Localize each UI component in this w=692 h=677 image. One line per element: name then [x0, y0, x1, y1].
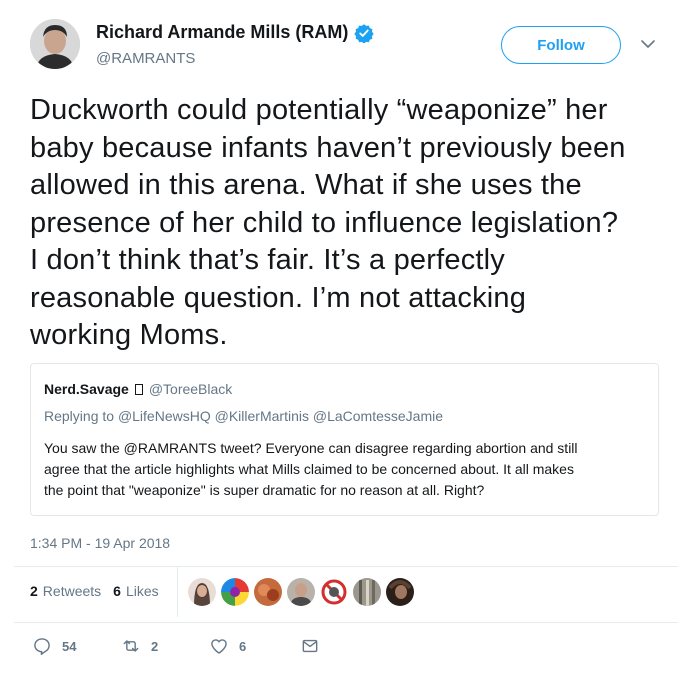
quoted-text-line: You saw the @RAMRANTS tweet? Everyone ca…	[44, 440, 578, 456]
retweet-button[interactable]: 2	[121, 636, 209, 656]
liker-avatar[interactable]	[287, 578, 315, 606]
tweet-text-line: presence of her child to influence legis…	[30, 206, 619, 239]
author-handle[interactable]: @RAMRANTS	[96, 50, 195, 67]
liker-avatar[interactable]	[353, 578, 381, 606]
author-avatar[interactable]	[30, 19, 80, 69]
tweet-card: Richard Armande Mills (RAM) @RAMRANTS Fo…	[0, 0, 692, 677]
tweet-text-line: working Moms.	[30, 319, 228, 351]
liker-avatars	[188, 578, 419, 606]
heart-icon	[211, 639, 227, 654]
tweet-text-line: Duckworth could potentially “weaponize” …	[30, 94, 608, 126]
divider	[14, 622, 678, 623]
quoted-text-line: the point that "weaponize" is super dram…	[44, 482, 485, 498]
liker-avatar[interactable]	[254, 578, 282, 606]
tweet-text: Duckworth could potentially “weaponize” …	[30, 92, 670, 355]
liker-avatar[interactable]	[320, 578, 348, 606]
liker-avatar[interactable]	[188, 578, 216, 606]
retweets-stat[interactable]: 2 Retweets	[30, 583, 101, 599]
verified-badge-icon	[354, 23, 375, 43]
reply-count: 54	[62, 638, 77, 654]
likes-label: Likes	[125, 583, 159, 599]
tweet-text-line: I don’t think that’s fair. It’s a perfec…	[30, 244, 505, 276]
stats-separator	[177, 567, 178, 617]
tweet-text-line: allowed in this arena. What if she uses …	[30, 169, 582, 201]
retweet-count: 2	[151, 638, 159, 654]
tweet-timestamp[interactable]: 1:34 PM - 19 Apr 2018	[30, 535, 170, 551]
tweet-stats: 2 Retweets 6 Likes	[30, 583, 171, 599]
chevron-down-icon[interactable]	[638, 34, 658, 54]
reply-icon	[34, 638, 50, 656]
tweet-text-line: reasonable question. I’m not attacking	[30, 281, 527, 314]
author-display-name[interactable]: Richard Armande Mills (RAM)	[96, 22, 348, 43]
quoted-tweet[interactable]: Nerd.Savage @ToreeBlack Replying to @Lif…	[30, 363, 659, 516]
quoted-tweet-text: You saw the @RAMRANTS tweet? Everyone ca…	[44, 438, 649, 501]
direct-message-button[interactable]	[300, 636, 320, 656]
liker-avatar[interactable]	[221, 578, 249, 606]
likes-count: 6	[113, 583, 121, 599]
replying-to-mention[interactable]: @KillerMartinis	[215, 408, 309, 424]
envelope-icon	[302, 639, 318, 653]
quoted-author-handle: @ToreeBlack	[148, 381, 233, 397]
replying-to-label: Replying to	[44, 408, 115, 424]
replying-to-line: Replying to @LifeNewsHQ @KillerMartinis …	[44, 408, 443, 424]
reply-button[interactable]: 54	[32, 636, 121, 656]
replying-to-mention[interactable]: @LaComtesseJamie	[313, 408, 443, 424]
retweet-icon	[123, 640, 139, 652]
follow-button[interactable]: Follow	[501, 26, 621, 64]
liker-avatar[interactable]	[386, 578, 414, 606]
quoted-author-name: Nerd.Savage	[44, 381, 129, 397]
tweet-text-line: baby because infants haven’t previously …	[30, 131, 626, 164]
replying-to-mention[interactable]: @LifeNewsHQ	[118, 408, 211, 424]
divider	[14, 566, 678, 567]
quoted-text-line: agree that the article highlights what M…	[44, 461, 574, 477]
like-count: 6	[239, 638, 247, 654]
retweets-count: 2	[30, 583, 38, 599]
like-button[interactable]: 6	[209, 636, 300, 656]
retweets-label: Retweets	[42, 583, 102, 599]
tweet-actions: 54 2 6	[32, 636, 320, 656]
likes-stat[interactable]: 6 Likes	[113, 583, 158, 599]
missing-glyph-icon	[134, 383, 143, 395]
